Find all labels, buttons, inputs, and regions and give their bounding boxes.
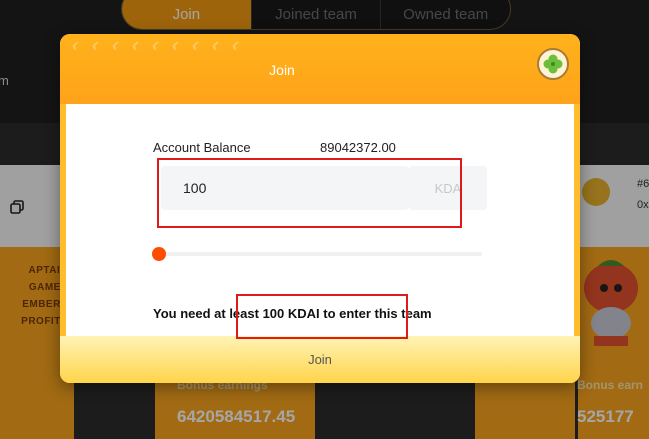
join-button[interactable]: Join [60, 336, 580, 383]
close-button[interactable] [537, 48, 569, 80]
account-balance-value: 89042372.00 [320, 140, 396, 155]
account-balance-label: Account Balance [153, 140, 251, 155]
annotation-box-requirement [236, 294, 408, 339]
amount-slider-track[interactable] [159, 252, 482, 256]
modal-title: Join [269, 62, 295, 78]
amount-slider-handle[interactable] [152, 247, 166, 261]
modal-header: ‹ ‹ ‹ ‹ ‹ ‹ ‹ ‹ ‹ Join [60, 34, 580, 104]
clover-close-icon [543, 54, 563, 74]
header-decoration: ‹ ‹ ‹ ‹ ‹ ‹ ‹ ‹ ‹ [67, 34, 243, 56]
annotation-box-amount [157, 158, 462, 228]
